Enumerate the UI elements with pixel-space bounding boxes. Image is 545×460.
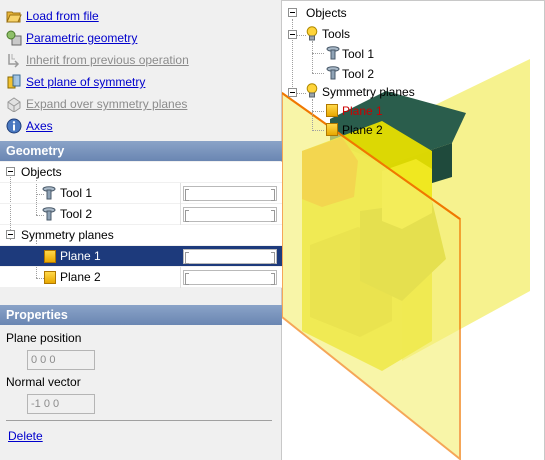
inherit-from-previous-action[interactable]: Inherit from previous operation: [6, 50, 189, 70]
inherit-icon: [6, 52, 22, 68]
parametric-geometry-action[interactable]: Parametric geometry: [6, 28, 137, 48]
scene-tree-plane-1[interactable]: Plane 1: [342, 104, 383, 118]
bulb-icon[interactable]: [306, 83, 318, 98]
tool-icon: [42, 207, 56, 221]
load-from-file-action[interactable]: Load from file: [6, 6, 99, 26]
collapse-icon[interactable]: [288, 8, 297, 17]
parametric-geometry-icon: [6, 30, 22, 46]
tool-icon: [326, 46, 340, 60]
tree-row-plane-1[interactable]: Plane 1: [0, 246, 282, 267]
tree-line: [312, 111, 324, 112]
tree-row-objects[interactable]: Objects: [0, 162, 282, 183]
normal-vector-field[interactable]: -1 0 0: [27, 394, 95, 414]
delete-link[interactable]: Delete: [8, 429, 43, 443]
normal-vector-label: Normal vector: [6, 375, 81, 389]
column-separator: [180, 183, 181, 204]
divider: [6, 420, 272, 421]
bulb-icon[interactable]: [306, 26, 318, 41]
column-separator: [180, 204, 181, 225]
plane-2-value-field[interactable]: [183, 270, 277, 285]
collapse-icon[interactable]: [288, 30, 297, 39]
plane-icon: [326, 104, 338, 117]
tree-row-symmetry-planes[interactable]: Symmetry planes: [0, 225, 282, 246]
expand-over-symmetry-planes-action[interactable]: Expand over symmetry planes: [6, 94, 187, 114]
collapse-icon[interactable]: [6, 167, 15, 176]
properties-header: Properties: [0, 305, 282, 325]
scene-tree-symmetry-planes[interactable]: Symmetry planes: [322, 85, 415, 99]
tree-row-plane-2[interactable]: Plane 2: [0, 267, 282, 288]
set-symmetry-plane-icon: [6, 74, 22, 90]
column-separator: [180, 267, 181, 288]
geometry-header: Geometry: [0, 141, 282, 161]
tree-row-tool-1[interactable]: Tool 1: [0, 183, 282, 204]
plane-icon: [44, 271, 56, 284]
plane-position-label: Plane position: [6, 331, 82, 345]
folder-open-icon: [6, 8, 22, 24]
operation-panel: Load from file Parametric geometry Inher…: [0, 0, 282, 460]
tree-line: [312, 99, 313, 131]
plane-icon: [326, 123, 338, 136]
axes-action[interactable]: Axes: [6, 116, 53, 136]
tree-line: [312, 53, 324, 54]
tool-icon: [326, 66, 340, 80]
scene-render: [282, 59, 530, 460]
set-plane-of-symmetry-action[interactable]: Set plane of symmetry: [6, 72, 145, 92]
tree-row-tool-2[interactable]: Tool 2: [0, 204, 282, 225]
collapse-icon[interactable]: [6, 230, 15, 239]
tool-icon: [42, 186, 56, 200]
geometry-grid: Objects Tool 1 Tool 2 Symmetry planes Pl…: [0, 162, 282, 288]
collapse-icon[interactable]: [288, 88, 297, 97]
tree-line: [312, 41, 313, 73]
scene-tree-objects[interactable]: Objects: [306, 6, 347, 20]
tree-line: [312, 130, 324, 131]
plane-position-field[interactable]: 0 0 0: [27, 350, 95, 370]
scene-tree-tools[interactable]: Tools: [322, 27, 350, 41]
plane-1-value-field[interactable]: [183, 249, 277, 264]
scene-tree-tool-1[interactable]: Tool 1: [342, 47, 374, 61]
axes-info-icon: [6, 118, 22, 134]
plane-icon: [44, 250, 56, 263]
tool-2-value-field[interactable]: [183, 207, 277, 222]
scene-tree-plane-2[interactable]: Plane 2: [342, 123, 383, 137]
scene-tree-tool-2[interactable]: Tool 2: [342, 67, 374, 81]
expand-symmetry-icon: [6, 96, 22, 113]
3d-viewport[interactable]: Objects Tools Tool 1 Tool 2 Symmetry pla…: [282, 0, 545, 460]
tool-1-value-field[interactable]: [183, 186, 277, 201]
tree-line: [312, 73, 324, 74]
